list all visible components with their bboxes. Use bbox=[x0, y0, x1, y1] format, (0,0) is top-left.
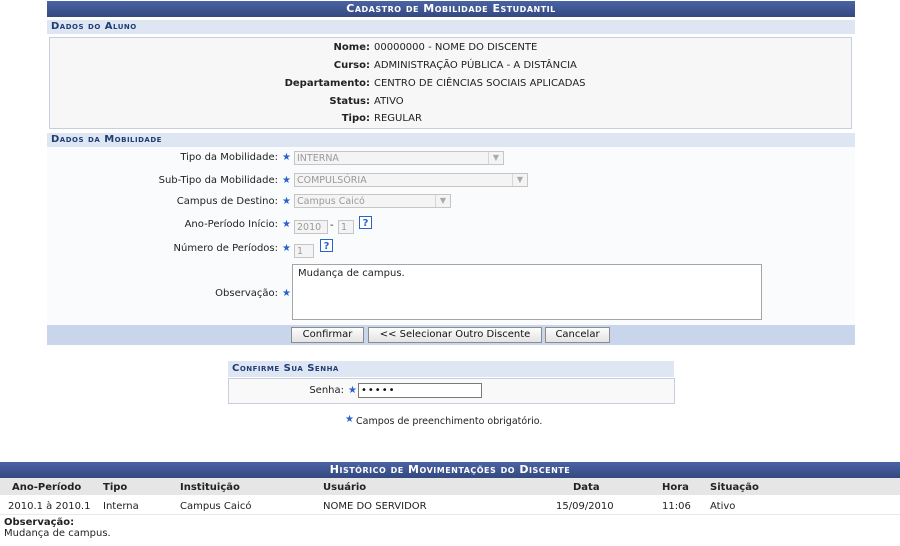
required-star-icon: ★ bbox=[348, 385, 357, 396]
table-row-instituicao: Campus Caicó bbox=[180, 501, 252, 512]
departamento-value: CENTRO DE CIÊNCIAS SOCIAIS APLICADAS bbox=[374, 78, 586, 89]
required-star-icon: ★ bbox=[282, 288, 291, 299]
page-title: Cadastro de Mobilidade Estudantil bbox=[47, 1, 855, 17]
section-confirme-senha: Confirme Sua Senha bbox=[228, 361, 674, 377]
section-dados-mobilidade: Dados da Mobilidade bbox=[47, 133, 855, 147]
required-star-icon: ★ bbox=[345, 414, 354, 425]
tipo-label: Tipo: bbox=[341, 113, 370, 124]
required-star-icon: ★ bbox=[282, 219, 291, 230]
table-row-situacao: Ativo bbox=[710, 501, 736, 512]
col-instituicao: Instituição bbox=[180, 482, 240, 493]
col-tipo: Tipo bbox=[103, 482, 128, 493]
required-star-icon: ★ bbox=[282, 196, 291, 207]
status-label: Status: bbox=[329, 96, 370, 107]
tipo-mobilidade-label: Tipo da Mobilidade: bbox=[180, 152, 278, 163]
curso-label: Curso: bbox=[333, 60, 370, 71]
col-ano-periodo: Ano-Período bbox=[12, 482, 82, 493]
subtipo-mobilidade-label: Sub-Tipo da Mobilidade: bbox=[158, 175, 278, 186]
ano-periodo-inicio-label: Ano-Período Início: bbox=[184, 219, 278, 230]
divider bbox=[0, 514, 900, 515]
col-usuario: Usuário bbox=[323, 482, 367, 493]
tipo-mobilidade-value: INTERNA bbox=[297, 153, 339, 164]
historico-observacao-label: Observação: bbox=[4, 517, 75, 528]
chevron-down-icon: ▼ bbox=[435, 195, 450, 207]
help-icon[interactable]: ? bbox=[320, 239, 333, 252]
required-note: Campos de preenchimento obrigatório. bbox=[356, 416, 543, 427]
subtipo-mobilidade-select[interactable]: COMPULSÓRIA ▼ bbox=[294, 173, 528, 187]
periodo-input[interactable]: 1 bbox=[338, 220, 354, 234]
subtipo-mobilidade-value: COMPULSÓRIA bbox=[297, 175, 367, 186]
campus-destino-value: Campus Caicó bbox=[297, 196, 365, 207]
observacao-label: Observação: bbox=[215, 288, 278, 299]
ano-input[interactable]: 2010 bbox=[294, 220, 328, 234]
help-icon[interactable]: ? bbox=[359, 216, 372, 229]
campus-destino-label: Campus de Destino: bbox=[176, 196, 278, 207]
required-star-icon: ★ bbox=[282, 243, 291, 254]
required-star-icon: ★ bbox=[282, 152, 291, 163]
historico-header-row bbox=[0, 478, 900, 495]
table-row-tipo: Interna bbox=[103, 501, 139, 512]
col-hora: Hora bbox=[662, 482, 689, 493]
table-row-usuario: NOME DO SERVIDOR bbox=[323, 501, 427, 512]
confirmar-button[interactable]: Confirmar bbox=[291, 327, 364, 343]
chevron-down-icon: ▼ bbox=[488, 152, 503, 164]
curso-value: ADMINISTRAÇÃO PÚBLICA - A DISTÂNCIA bbox=[374, 60, 577, 71]
senha-label: Senha: bbox=[309, 385, 344, 396]
ano-periodo-separator: - bbox=[330, 220, 334, 231]
senha-input[interactable]: ••••• bbox=[358, 383, 482, 398]
historico-observacao-value: Mudança de campus. bbox=[4, 528, 111, 539]
table-row-hora: 11:06 bbox=[662, 501, 691, 512]
nome-value: 00000000 - NOME DO DISCENTE bbox=[374, 42, 538, 53]
tipo-mobilidade-select[interactable]: INTERNA ▼ bbox=[294, 151, 504, 165]
col-situacao: Situação bbox=[710, 482, 759, 493]
departamento-label: Departamento: bbox=[284, 78, 370, 89]
required-star-icon: ★ bbox=[282, 175, 291, 186]
status-value: ATIVO bbox=[374, 96, 404, 107]
col-data: Data bbox=[573, 482, 600, 493]
campus-destino-select[interactable]: Campus Caicó ▼ bbox=[294, 194, 451, 208]
section-dados-aluno: Dados do Aluno bbox=[47, 20, 855, 34]
numero-periodos-input[interactable]: 1 bbox=[294, 244, 314, 258]
table-row-data: 15/09/2010 bbox=[556, 501, 614, 512]
nome-label: Nome: bbox=[333, 42, 370, 53]
cancelar-button[interactable]: Cancelar bbox=[545, 327, 610, 343]
selecionar-outro-discente-button[interactable]: << Selecionar Outro Discente bbox=[368, 327, 542, 343]
chevron-down-icon: ▼ bbox=[512, 174, 527, 186]
table-row-ano: 2010.1 à 2010.1 bbox=[8, 501, 91, 512]
tipo-value: REGULAR bbox=[374, 113, 422, 124]
observacao-textarea[interactable]: Mudança de campus. bbox=[292, 264, 762, 320]
historico-title: Histórico de Movimentações do Discente bbox=[0, 462, 900, 478]
numero-periodos-label: Número de Períodos: bbox=[173, 243, 278, 254]
